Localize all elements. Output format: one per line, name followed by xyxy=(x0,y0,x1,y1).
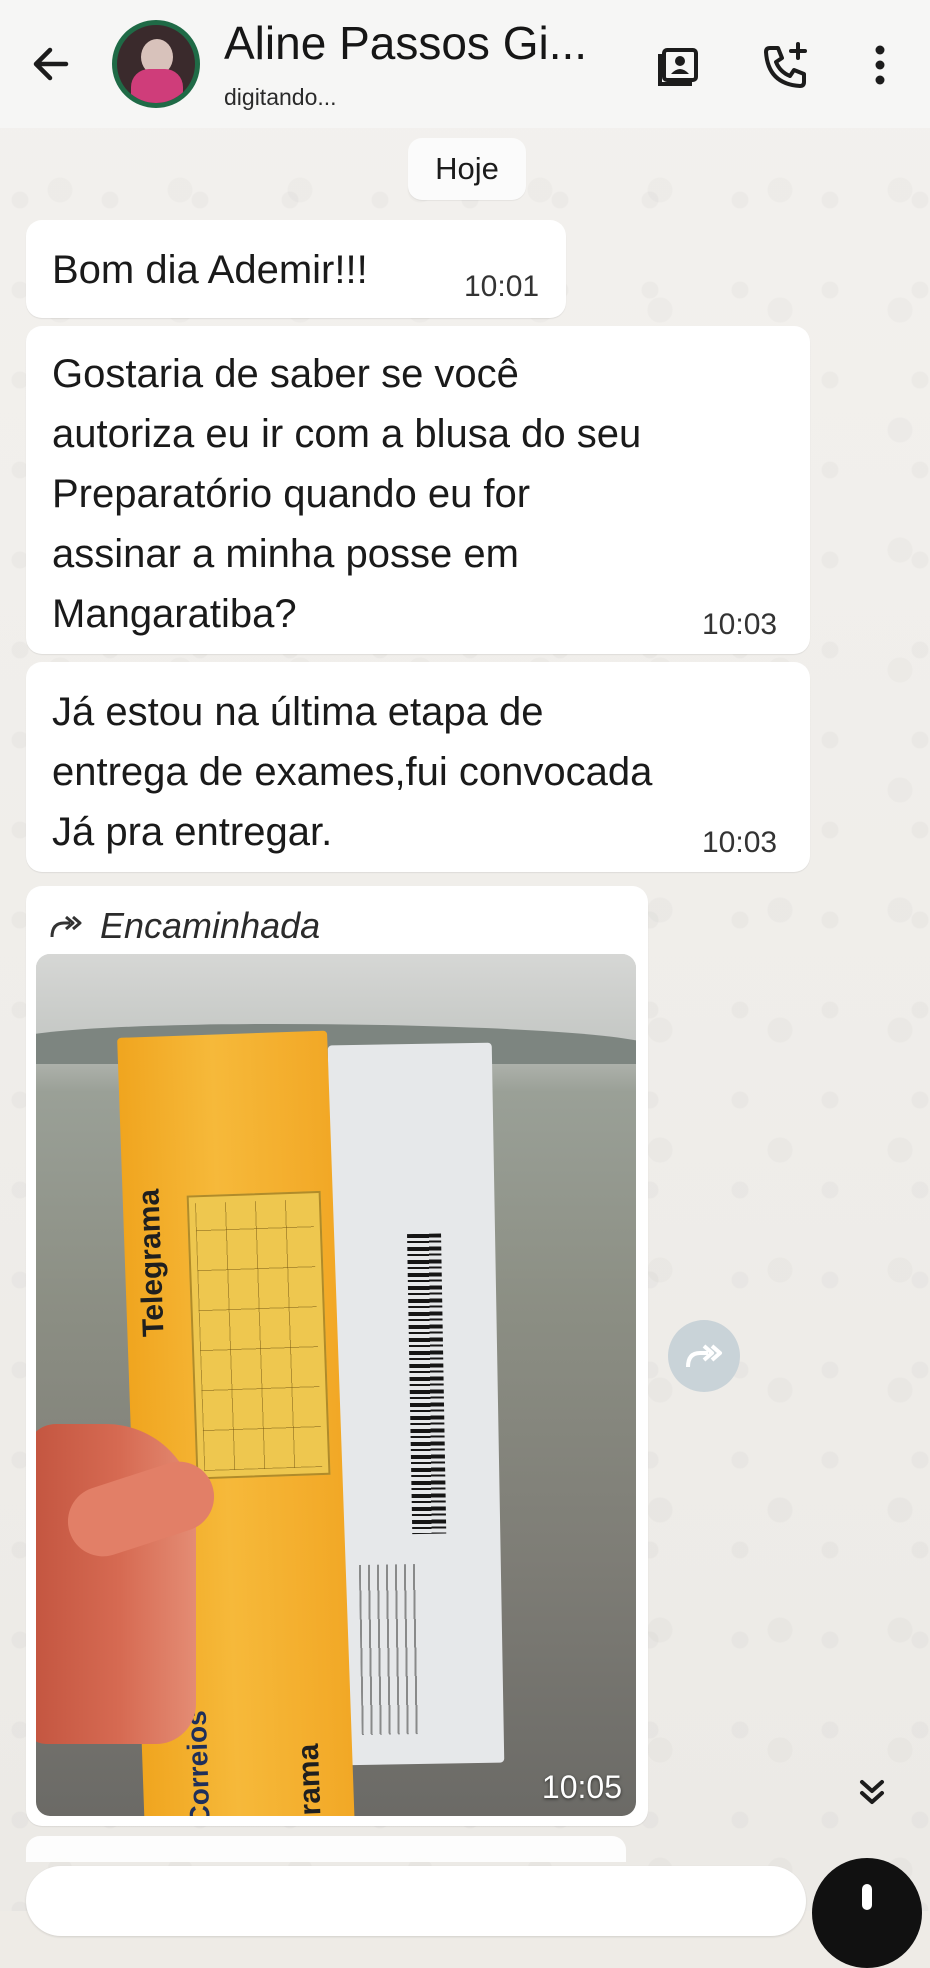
message-time: 10:03 xyxy=(702,608,778,641)
more-options-button[interactable] xyxy=(868,40,892,95)
arrow-left-icon xyxy=(33,47,69,81)
contact-card-icon xyxy=(658,48,698,86)
next-message-bubble xyxy=(26,1836,626,1862)
date-chip: Hoje xyxy=(408,138,526,200)
chat-header: Aline Passos Gi... digitando... xyxy=(0,0,930,128)
telegram-text-bottom: Telegrama xyxy=(292,1743,331,1816)
back-button[interactable] xyxy=(26,38,78,90)
contact-name[interactable]: Aline Passos Gi... xyxy=(224,16,587,70)
message-time: 10:01 xyxy=(464,270,540,303)
message-input-bar[interactable] xyxy=(26,1866,806,1936)
message-bubble[interactable]: Já estou na última etapa de entrega de e… xyxy=(26,662,810,872)
scroll-to-bottom-button[interactable] xyxy=(848,1768,896,1816)
message-time: 10:03 xyxy=(702,826,778,859)
telegram-label-sheet xyxy=(327,1042,505,1766)
double-chevron-down-icon xyxy=(860,1780,884,1804)
message-text: Já estou na última etapa de entrega de e… xyxy=(52,690,653,854)
mic-button[interactable] xyxy=(812,1858,922,1968)
add-call-button[interactable] xyxy=(760,40,810,95)
barcode xyxy=(407,1233,447,1535)
contact-card-button[interactable] xyxy=(656,40,706,95)
add-call-icon xyxy=(764,42,807,88)
photo-time: 10:05 xyxy=(541,1769,622,1805)
message-photo[interactable]: Telegrama Correios Telegrama 10:05 xyxy=(36,954,636,1816)
forwarded-label: Encaminhada xyxy=(100,905,321,946)
contact-avatar[interactable] xyxy=(112,20,200,108)
message-text: Bom dia Ademir!!! xyxy=(52,248,368,292)
mic-icon xyxy=(862,1884,872,1910)
forwarded-indicator: Encaminhada xyxy=(48,896,320,956)
typing-status: digitando... xyxy=(224,84,337,110)
forward-button[interactable] xyxy=(668,1320,740,1392)
telegram-text-top: Telegrama xyxy=(132,1188,171,1338)
media-message-bubble[interactable]: Encaminhada Telegrama Correios Telegrama… xyxy=(26,886,648,1826)
forward-icon xyxy=(686,1344,722,1368)
message-text: Gostaria de saber se você autoriza eu ir… xyxy=(52,352,642,636)
forwarded-icon xyxy=(50,915,82,938)
message-bubble[interactable]: Gostaria de saber se você autoriza eu ir… xyxy=(26,326,810,654)
message-bubble[interactable]: Bom dia Ademir!!! 10:01 xyxy=(26,220,566,318)
more-vertical-icon xyxy=(875,45,885,85)
